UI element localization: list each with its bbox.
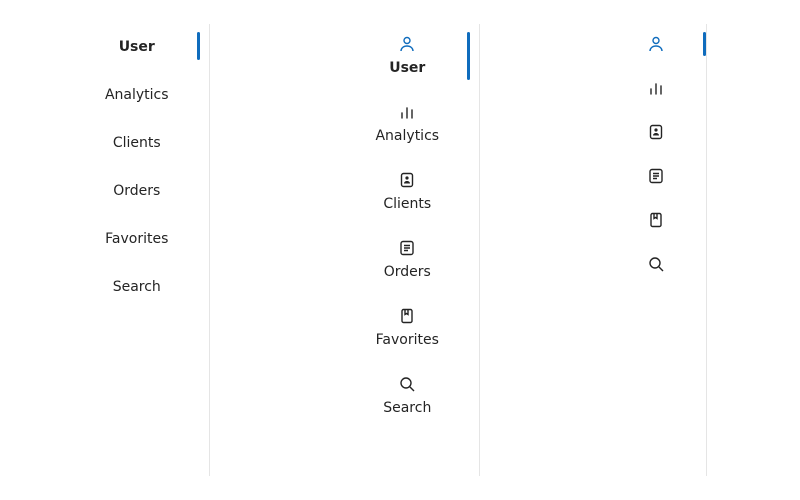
tab-label: Clients	[383, 194, 431, 214]
analytics-icon	[397, 102, 417, 122]
tab-favorites[interactable]: Favorites	[93, 216, 180, 260]
tab-search[interactable]: Search	[101, 264, 173, 308]
tab-orders[interactable]: Orders	[101, 168, 172, 212]
search-icon	[646, 254, 666, 274]
tab-favorites[interactable]: Favorites	[364, 296, 451, 360]
tab-user[interactable]: User	[102, 24, 172, 68]
tab-search[interactable]: Search	[371, 364, 443, 428]
vertical-tablist-icon-top: User Analytics Clients Orders Favorites	[363, 24, 480, 476]
tabs-demo-canvas: User Analytics Clients Orders Favorites …	[0, 0, 800, 500]
tab-label: Orders	[113, 181, 160, 201]
tab-label: Favorites	[376, 330, 439, 350]
tab-label: Search	[113, 277, 161, 297]
tab-clients[interactable]: Clients	[101, 120, 173, 164]
tab-label: Orders	[384, 262, 431, 282]
tab-analytics[interactable]: Analytics	[93, 72, 181, 116]
tab-label: Clients	[113, 133, 161, 153]
bookmark-icon	[646, 210, 666, 230]
tab-label: User	[119, 37, 155, 57]
orders-icon	[646, 166, 666, 186]
person-icon	[646, 34, 666, 54]
clients-icon	[646, 122, 666, 142]
tab-label: Search	[383, 398, 431, 418]
tab-user[interactable]: User	[372, 24, 442, 88]
tab-label: User	[389, 58, 425, 78]
tab-analytics[interactable]: Analytics	[634, 68, 678, 108]
vertical-tablist-text: User Analytics Clients Orders Favorites …	[93, 24, 210, 476]
tab-analytics[interactable]: Analytics	[363, 92, 451, 156]
tab-user[interactable]: User	[634, 24, 678, 64]
person-icon	[397, 34, 417, 54]
vertical-tablist-icon-only: User Analytics Clients Orders Favorites	[634, 24, 707, 476]
tab-label: Analytics	[375, 126, 439, 146]
tab-clients[interactable]: Clients	[371, 160, 443, 224]
tab-label: Favorites	[105, 229, 168, 249]
orders-icon	[397, 238, 417, 258]
bookmark-icon	[397, 306, 417, 326]
clients-icon	[397, 170, 417, 190]
tab-label: Analytics	[105, 85, 169, 105]
search-icon	[397, 374, 417, 394]
tab-search[interactable]: Search	[634, 244, 678, 284]
tab-clients[interactable]: Clients	[634, 112, 678, 152]
tab-orders[interactable]: Orders	[372, 228, 443, 292]
tab-orders[interactable]: Orders	[634, 156, 678, 196]
tab-favorites[interactable]: Favorites	[634, 200, 678, 240]
analytics-icon	[646, 78, 666, 98]
